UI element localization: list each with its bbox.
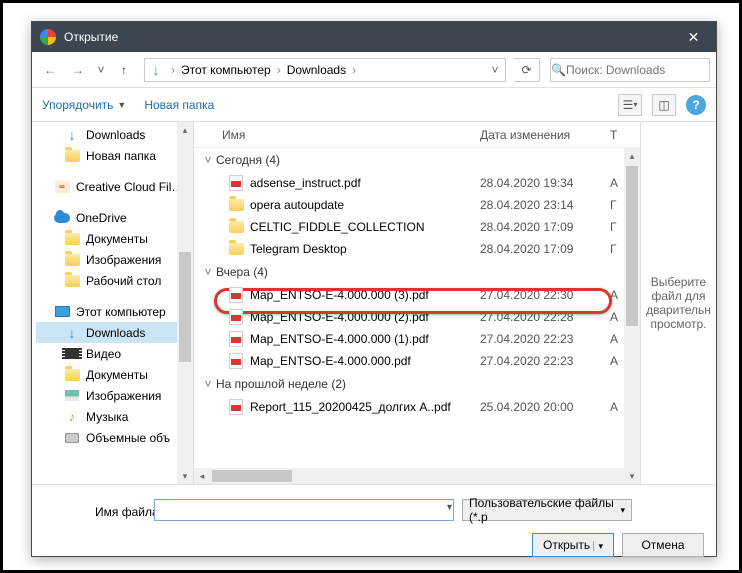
chevron-right-icon: › <box>167 63 179 77</box>
pdf-icon <box>229 399 243 415</box>
tree-scrollbar[interactable]: ▴▾ <box>177 122 193 484</box>
forward-button[interactable]: → <box>66 58 90 82</box>
group-header[interactable]: ˅Вчера (4) <box>200 260 640 284</box>
breadcrumb[interactable]: ↓ › Этот компьютер › Downloads › ˅ <box>144 58 506 82</box>
images-icon <box>64 388 80 404</box>
music-icon: ♪ <box>64 409 80 425</box>
window-title: Открытие <box>64 30 671 44</box>
preview-pane-button[interactable]: ◫ <box>652 94 676 116</box>
file-row[interactable]: Map_ENTSO-E-4.000.000 (2).pdf27.04.2020 … <box>200 306 640 328</box>
cc-icon: ∞ <box>54 179 70 195</box>
titlebar: Открытие ✕ <box>32 22 716 52</box>
file-row[interactable]: Map_ENTSO-E-4.000.000 (1).pdf27.04.2020 … <box>200 328 640 350</box>
onedrive-icon <box>54 210 70 226</box>
disk-icon <box>64 430 80 446</box>
pdf-icon <box>229 309 243 325</box>
chevron-down-icon: ˅ <box>200 265 216 279</box>
footer: Имя файла: ▾ Пользовательские файлы (*.p… <box>32 484 716 569</box>
tree-this-pc[interactable]: Этот компьютер <box>36 301 193 322</box>
navbar: ← → ˅ ↑ ↓ › Этот компьютер › Downloads ›… <box>32 52 716 88</box>
tree-images[interactable]: Изображения <box>36 385 193 406</box>
pdf-icon <box>229 353 243 369</box>
help-button[interactable]: ? <box>686 95 706 115</box>
filetype-dropdown[interactable]: Пользовательские файлы (*.p▾ <box>462 499 632 521</box>
filelist-v-scrollbar[interactable]: ▴▾ <box>624 148 640 484</box>
chevron-down-icon: ˅ <box>200 377 216 391</box>
folder-icon <box>64 231 80 247</box>
col-date[interactable]: Дата изменения <box>480 128 610 142</box>
folder-icon <box>64 148 80 164</box>
col-name[interactable]: Имя <box>222 128 480 142</box>
open-dialog: Открытие ✕ ← → ˅ ↑ ↓ › Этот компьютер › … <box>31 21 717 557</box>
tree-creative-cloud[interactable]: ∞Creative Cloud Fil… <box>36 176 193 197</box>
breadcrumb-folder[interactable]: Downloads <box>285 63 348 77</box>
chevron-right-icon: › <box>348 63 360 77</box>
file-row[interactable]: CELTIC_FIDDLE_COLLECTION28.04.2020 17:09… <box>200 216 640 238</box>
file-row[interactable]: Report_115_20200425_долгих A..pdf25.04.2… <box>200 396 640 418</box>
close-button[interactable]: ✕ <box>671 22 716 52</box>
file-row[interactable]: opera autoupdate28.04.2020 23:14Г <box>200 194 640 216</box>
tree-video[interactable]: Видео <box>36 343 193 364</box>
chevron-down-icon: ˅ <box>200 153 216 167</box>
search-input[interactable] <box>566 63 721 77</box>
tree-downloads-quick[interactable]: ↓Downloads <box>36 124 193 145</box>
pc-icon <box>54 304 70 320</box>
organize-button[interactable]: Упорядочить▼ <box>42 98 126 112</box>
search-icon: 🔍 <box>551 63 566 77</box>
documents-icon <box>64 367 80 383</box>
downloads-icon: ↓ <box>64 127 80 143</box>
breadcrumb-dropdown[interactable]: ˅ <box>485 63 505 77</box>
filelist-h-scrollbar[interactable]: ◂▸ <box>194 468 640 484</box>
tree-od-images[interactable]: Изображения <box>36 249 193 270</box>
up-button[interactable]: ↑ <box>112 58 136 82</box>
filename-input[interactable] <box>154 499 454 521</box>
pdf-icon <box>229 331 243 347</box>
folder-icon <box>64 252 80 268</box>
downloads-icon: ↓ <box>64 325 80 341</box>
tree-od-desktop[interactable]: Рабочий стол <box>36 270 193 291</box>
breadcrumb-pc[interactable]: Этот компьютер <box>179 63 273 77</box>
video-icon <box>64 346 80 362</box>
tree-new-folder[interactable]: Новая папка <box>36 145 193 166</box>
file-row[interactable]: Telegram Desktop28.04.2020 17:09Г <box>200 238 640 260</box>
view-details-button[interactable]: ☰▾ <box>618 94 642 116</box>
folder-icon <box>64 273 80 289</box>
chrome-icon <box>40 29 56 45</box>
column-headers[interactable]: Имя Дата изменения Т <box>194 122 640 148</box>
tree-od-docs[interactable]: Документы <box>36 228 193 249</box>
file-row[interactable]: adsense_instruct.pdf28.04.2020 19:34A <box>200 172 640 194</box>
tree-onedrive[interactable]: OneDrive <box>36 207 193 228</box>
filename-label: Имя файла: <box>92 505 162 519</box>
file-row[interactable]: Map_ENTSO-E-4.000.000.pdf27.04.2020 22:2… <box>200 350 640 372</box>
back-button[interactable]: ← <box>38 58 62 82</box>
toolbar: Упорядочить▼ Новая папка ☰▾ ◫ ? <box>32 88 716 122</box>
file-list: Имя Дата изменения Т ˅Сегодня (4)adsense… <box>194 122 640 484</box>
tree-documents[interactable]: Документы <box>36 364 193 385</box>
chevron-right-icon: › <box>273 63 285 77</box>
preview-pane: Выберите файл для дварительн просмотр. <box>640 122 716 484</box>
tree-downloads[interactable]: ↓Downloads <box>36 322 193 343</box>
pdf-icon <box>229 175 243 191</box>
tree-music[interactable]: ♪Музыка <box>36 406 193 427</box>
history-dropdown[interactable]: ˅ <box>94 63 108 77</box>
cancel-button[interactable]: Отмена <box>622 533 704 557</box>
refresh-button[interactable]: ⟳ <box>514 58 540 82</box>
col-type[interactable]: Т <box>610 128 640 142</box>
new-folder-button[interactable]: Новая папка <box>144 98 214 112</box>
pdf-icon <box>229 287 243 303</box>
folder-icon <box>229 243 244 255</box>
group-header[interactable]: ˅На прошлой неделе (2) <box>200 372 640 396</box>
navigation-tree: ↓Downloads Новая папка ∞Creative Cloud F… <box>32 122 194 484</box>
folder-icon <box>229 221 244 233</box>
search-box[interactable]: 🔍 <box>550 58 710 82</box>
open-button[interactable]: Открыть ▾ <box>532 533 614 557</box>
tree-3d-objects[interactable]: Объемные объ <box>36 427 193 448</box>
file-row[interactable]: Map_ENTSO-E-4.000.000 (3).pdf27.04.2020 … <box>200 284 640 306</box>
downloads-icon: ↓ <box>145 62 167 78</box>
group-header[interactable]: ˅Сегодня (4) <box>200 148 640 172</box>
folder-icon <box>229 199 244 211</box>
